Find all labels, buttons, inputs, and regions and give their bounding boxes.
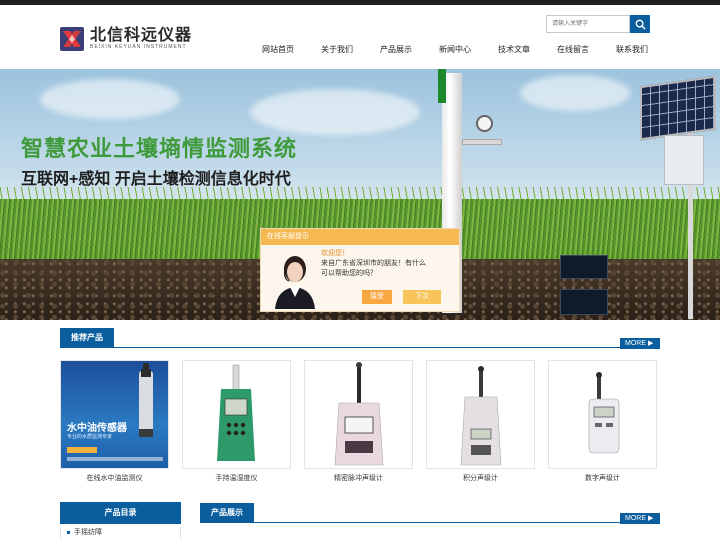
- nav-about[interactable]: 关于我们: [321, 43, 353, 57]
- chat-greeting: 欢迎您！: [321, 250, 349, 257]
- product-image: [426, 360, 535, 469]
- control-box-image: [664, 135, 704, 185]
- recommended-section-header: 推荐产品: [60, 328, 660, 348]
- sensor-pipe: [462, 139, 502, 145]
- more-button[interactable]: MORE ▶: [620, 513, 660, 524]
- logo-x-icon: [60, 27, 84, 51]
- site-header: 北信科远仪器 BEIXIN KEYUAN INSTRUMENT 网站首页 关于我…: [0, 5, 720, 69]
- divider: [60, 347, 660, 348]
- nav-home[interactable]: 网站首页: [262, 43, 294, 57]
- banner-title: 智慧农业土壤墒情监测系统: [21, 136, 298, 161]
- agent-avatar: [273, 251, 317, 309]
- chat-title: 在线客服提示: [261, 229, 459, 245]
- product-image: [182, 360, 291, 469]
- cloud-shape: [520, 75, 630, 111]
- product-image: [304, 360, 413, 469]
- sensor-antenna: [438, 69, 446, 103]
- product-card[interactable]: 数字声级计: [548, 360, 657, 484]
- search-input[interactable]: [546, 15, 630, 33]
- product-name[interactable]: 手持温湿度仪: [182, 472, 291, 486]
- product-banner-title: 水中油传感器: [67, 423, 127, 434]
- product-image: [548, 360, 657, 469]
- more-button[interactable]: MORE ▶: [620, 338, 660, 349]
- product-card[interactable]: 手持温湿度仪: [182, 360, 291, 484]
- product-name[interactable]: 精密脉冲声级计: [304, 472, 413, 486]
- search-button[interactable]: [630, 15, 650, 33]
- product-banner-subtitle: 专业的水质监测专家: [67, 434, 113, 440]
- nav-contact[interactable]: 联系我们: [616, 43, 648, 57]
- nav-news[interactable]: 新闻中心: [439, 43, 471, 57]
- product-image: 水中油传感器 专业的水质监测专家: [60, 360, 169, 469]
- section-title: 推荐产品: [60, 328, 114, 348]
- banner-subtitle: 互联网+感知 开启土壤检测信息化时代: [21, 171, 291, 188]
- chat-line: 可以帮助您的吗？: [321, 270, 377, 277]
- divider: [200, 522, 660, 523]
- product-grid: 水中油传感器 专业的水质监测专家 在线水中油监测仪 手持温湿度仪 精密脉冲声级计…: [60, 360, 660, 484]
- cloud-shape: [40, 79, 180, 119]
- chat-message: 欢迎您！ 来自广东省深圳市的朋友！有什么 可以帮助您的吗？: [321, 249, 453, 279]
- nav-articles[interactable]: 技术文章: [498, 43, 530, 57]
- main-nav: 网站首页 关于我们 产品展示 新闻中心 技术文章 在线留言 联系我们: [262, 43, 648, 57]
- catalog-title: 产品目录: [60, 502, 181, 524]
- section-title: 产品展示: [200, 503, 254, 523]
- product-card[interactable]: 积分声级计: [426, 360, 535, 484]
- search-bar: [546, 15, 650, 33]
- sensor-device-image: [560, 289, 608, 315]
- product-card[interactable]: 水中油传感器 专业的水质监测专家 在线水中油监测仪: [60, 360, 169, 484]
- pressure-gauge-icon: [476, 115, 493, 132]
- search-icon: [635, 19, 646, 30]
- nav-message[interactable]: 在线留言: [557, 43, 589, 57]
- chat-line: 来自广东省深圳市的朋友！有什么: [321, 260, 426, 267]
- cloud-shape: [250, 89, 420, 135]
- solar-panel-image: [640, 75, 716, 141]
- sensor-device-image: [560, 255, 608, 279]
- chat-accept-button[interactable]: 接受: [362, 290, 392, 304]
- product-name[interactable]: 在线水中油监测仪: [60, 472, 169, 486]
- product-badge: [67, 447, 97, 453]
- logo-name: 北信科远仪器: [90, 27, 193, 44]
- product-name[interactable]: 积分声级计: [426, 472, 535, 486]
- logo[interactable]: 北信科远仪器 BEIXIN KEYUAN INSTRUMENT: [60, 27, 192, 51]
- showcase-section-header: 产品展示: [200, 503, 660, 523]
- chat-later-button[interactable]: 下次: [403, 290, 441, 304]
- logo-subtitle: BEIXIN KEYUAN INSTRUMENT: [90, 44, 187, 50]
- product-card[interactable]: 精密脉冲声级计: [304, 360, 413, 484]
- nav-products[interactable]: 产品展示: [380, 43, 412, 57]
- product-name[interactable]: 数字声级计: [548, 472, 657, 486]
- catalog-item[interactable]: 手摇纺障: [60, 526, 181, 540]
- feature-strip: [67, 457, 163, 461]
